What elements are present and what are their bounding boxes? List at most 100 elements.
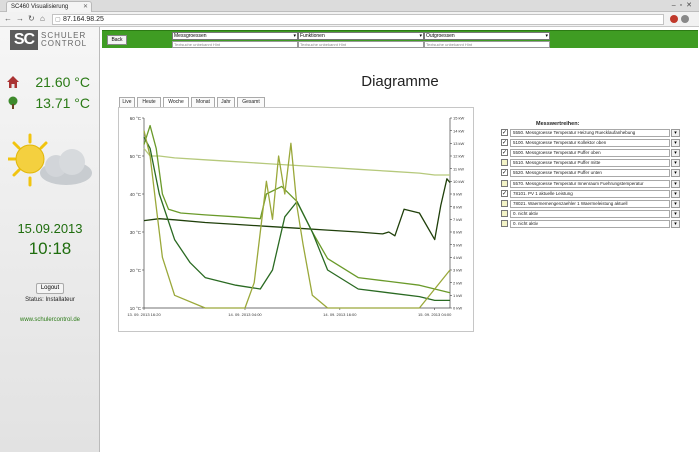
logo-line2: CONTROL [41, 39, 88, 48]
y-right-tick-label: 1 kW [453, 293, 462, 298]
y-right-tick-label: 2 kW [453, 280, 462, 285]
funktionen-filter[interactable]: Textsuche unbekannt Hint [298, 41, 424, 48]
window-controls[interactable]: –▫✕ [672, 1, 696, 9]
forward-arrow-icon[interactable]: → [16, 14, 24, 24]
legend-item: ✓ 78101. PV 1 aktuelle Leistung ▾ [501, 189, 681, 198]
outgroessen-select-value: Outgroessen [426, 33, 455, 39]
browser-tab[interactable]: SC460 Visualisierung ✕ [6, 1, 92, 12]
logo: SC SCHULER CONTROL [10, 30, 90, 50]
url-bar[interactable]: ▢ 87.164.98.25 [52, 14, 664, 25]
legend-series-select[interactable]: 0. nicht aktiv [510, 219, 670, 228]
legend-series-select[interactable]: 78021. Waermemengenzaehler 1 Waermeleist… [510, 199, 670, 208]
browser-navbar: ← → ↻ ⌂ ▢ 87.164.98.25 [0, 12, 699, 27]
website-link[interactable]: www.schulercontrol.de [0, 317, 100, 323]
y-right-tick-label: 0 kW [453, 306, 462, 311]
tab-jahr[interactable]: Jahr [217, 97, 235, 107]
legend-checkbox[interactable] [501, 199, 508, 207]
x-tick-label: 13. 09. 2013 16:20 [127, 312, 161, 317]
legend-series-select[interactable]: 0. nicht aktiv [510, 209, 670, 218]
legend-checkbox[interactable] [501, 219, 508, 227]
logo-text: SCHULER CONTROL [41, 32, 87, 48]
chevron-down-icon[interactable]: ▾ [671, 129, 680, 137]
y-right-tick-label: 3 kW [453, 268, 462, 273]
legend-checkbox[interactable] [501, 179, 508, 187]
logout-button[interactable]: Logout [36, 283, 64, 294]
reload-icon[interactable]: ↻ [28, 14, 35, 24]
y-left-tick-label: 50 °C [130, 154, 142, 159]
chevron-down-icon[interactable]: ▾ [671, 169, 680, 178]
user-status: Status: Installateur [25, 297, 75, 303]
legend-item: ✓ 5520. Messgroesse Temperatur Puffer unt… [501, 169, 681, 178]
back-button[interactable]: Back [107, 35, 127, 45]
chevron-down-icon[interactable]: ▾ [671, 219, 680, 228]
y-left-tick-label: 60 °C [130, 116, 142, 121]
legend-item: 78021. Waermemengenzaehler 1 Waermeleist… [501, 199, 681, 208]
tab-gesamt[interactable]: Gesamt [237, 97, 265, 107]
close-icon[interactable]: ✕ [83, 2, 88, 12]
y-right-tick-label: 11 kW [453, 166, 464, 171]
legend-series-select[interactable]: 5520. Messgroesse Temperatur Puffer unte… [510, 169, 670, 178]
legend-series-select[interactable]: 5570. Messgroesse Temperatur Innenraum F… [510, 179, 670, 188]
legend-series-select[interactable]: 5550. Messgroesse Temperatur Heizung Rue… [510, 129, 670, 137]
tab-heute[interactable]: Heute [137, 97, 161, 107]
series-line-3 [143, 136, 450, 302]
y-right-tick-label: 6 kW [453, 230, 462, 235]
legend-item: ✓ 5100. Messgroesse Temperatur Kollektor … [501, 139, 681, 148]
legend-checkbox[interactable]: ✓ [501, 139, 508, 147]
y-right-tick-label: 5 kW [453, 242, 462, 247]
legend-series-select[interactable]: 5100. Messgroesse Temperatur Kollektor o… [510, 139, 670, 148]
x-tick-label: 14. 09. 2013 16:00 [323, 312, 357, 317]
messgroessen-select[interactable]: Messgroessen ▾ [172, 32, 298, 40]
y-left-tick-label: 30 °C [130, 230, 142, 235]
y-left-tick-label: 10 °C [130, 306, 142, 311]
chevron-down-icon: ▾ [545, 33, 548, 39]
funktionen-select-value: Funktionen [300, 33, 325, 39]
outgroessen-select[interactable]: Outgroessen ▾ [424, 32, 550, 40]
legend-checkbox[interactable]: ✓ [501, 129, 508, 136]
chevron-down-icon[interactable]: ▾ [671, 179, 680, 188]
tab-woche[interactable]: Woche [163, 97, 189, 107]
browser-tab-title: SC460 Visualisierung [11, 4, 69, 10]
legend-item: ✓ 5550. Messgroesse Temperatur Heizung Ru… [501, 129, 681, 137]
back-arrow-icon[interactable]: ← [4, 14, 12, 24]
current-date: 15.09.2013 [17, 221, 83, 236]
messgroessen-filter[interactable]: Textsuche unbekannt Hint [172, 41, 298, 48]
logo-mark: SC [10, 30, 38, 50]
outgroessen-filter[interactable]: Textsuche unbekannt Hint [424, 41, 550, 48]
tree-icon [8, 96, 18, 109]
menu-icon[interactable] [681, 15, 689, 23]
series-line-0 [143, 147, 450, 176]
legend-series-select[interactable]: 5510. Messgroesse Temperatur Puffer mitt… [510, 159, 670, 168]
legend-checkbox[interactable]: ✓ [501, 189, 508, 197]
legend-checkbox[interactable]: ✓ [501, 149, 508, 157]
legend-checkbox[interactable]: ✓ [501, 169, 508, 177]
extension-icon[interactable] [670, 15, 678, 23]
chevron-down-icon[interactable]: ▾ [671, 139, 680, 148]
browser-tabbar: SC460 Visualisierung ✕ –▫✕ [0, 0, 699, 12]
outdoor-temperature: 13.71 °C [35, 95, 90, 111]
legend-series-select[interactable]: 78101. PV 1 aktuelle Leistung [510, 189, 670, 198]
y-right-tick-label: 15 kW [453, 116, 465, 121]
chevron-down-icon: ▾ [419, 33, 422, 39]
tab-live[interactable]: Live [119, 97, 135, 107]
chevron-down-icon[interactable]: ▾ [671, 159, 680, 168]
funktionen-select[interactable]: Funktionen ▾ [298, 32, 424, 40]
legend-checkbox[interactable] [501, 209, 508, 217]
chevron-down-icon[interactable]: ▾ [671, 199, 680, 208]
chevron-down-icon[interactable]: ▾ [671, 189, 680, 198]
line-chart: 10 °C 20 °C 30 °C 40 °C 50 °C 60 °C 0 kW 1 kW 2 … [127, 116, 465, 317]
indoor-temp-row: 21.60 °C [6, 74, 96, 90]
y-right-tick-label: 8 kW [453, 204, 462, 209]
legend-item: ✓ 5500. Messgroesse Temperatur Puffer obe… [501, 149, 681, 158]
y-right-tick-label: 12 kW [453, 154, 465, 159]
home-icon[interactable]: ⌂ [40, 14, 45, 24]
legend-series-select[interactable]: 5500. Messgroesse Temperatur Puffer oben [510, 149, 670, 158]
chevron-down-icon[interactable]: ▾ [671, 209, 680, 218]
chevron-down-icon[interactable]: ▾ [671, 149, 680, 158]
legend-checkbox[interactable] [501, 159, 508, 167]
tab-monat[interactable]: Monat [191, 97, 215, 107]
legend-title: Messwertreihen: [536, 121, 580, 127]
indoor-temperature: 21.60 °C [35, 74, 90, 90]
url-text: 87.164.98.25 [63, 16, 104, 23]
chevron-down-icon: ▾ [293, 33, 296, 39]
